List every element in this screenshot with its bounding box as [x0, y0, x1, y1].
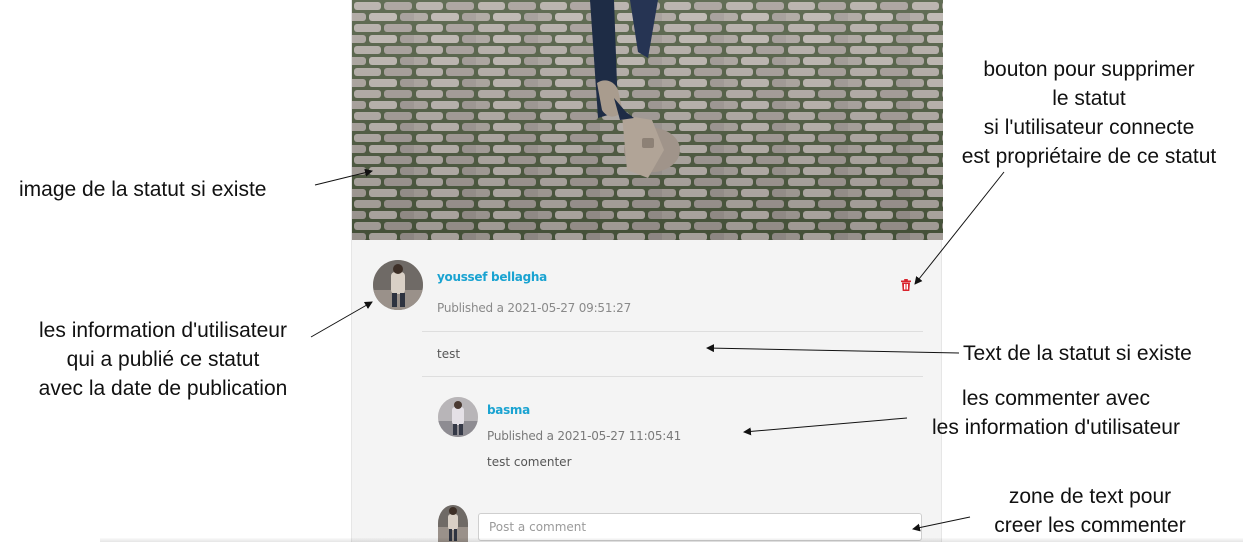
annotation-line: les information d'utilisateur: [932, 416, 1180, 439]
annotation-line: les commenter avec: [962, 387, 1150, 410]
annotation-line: image de la statut si existe: [19, 178, 267, 201]
comment-input[interactable]: [478, 513, 922, 541]
comment-author-name[interactable]: basma: [487, 403, 530, 417]
annotation-line: qui a publié ce statut: [66, 348, 260, 371]
delete-status-button[interactable]: [898, 277, 914, 293]
status-text: test: [437, 347, 461, 361]
current-user-avatar: [438, 505, 468, 542]
annotation-delete-button: bouton pour supprimer le statut si l'uti…: [944, 55, 1234, 171]
status-image: [352, 0, 943, 240]
divider: [422, 376, 923, 377]
annotation-comments: les commenter avec les information d'uti…: [908, 384, 1204, 442]
annotation-status-text: Text de la statut si existe: [963, 339, 1192, 368]
annotation-line: le statut: [1052, 87, 1126, 110]
annotation-line: si l'utilisateur connecte: [983, 116, 1195, 139]
annotation-line: bouton pour supprimer: [983, 58, 1195, 81]
trash-icon: [901, 279, 911, 291]
author-avatar[interactable]: [373, 260, 423, 310]
status-card: youssef bellagha Published a 2021-05-27 …: [351, 0, 943, 542]
page: youssef bellagha Published a 2021-05-27 …: [0, 0, 1243, 542]
status-publish-date: Published a 2021-05-27 09:51:27: [437, 301, 632, 315]
annotation-line: creer les commenter: [994, 514, 1186, 537]
annotation-line: Text de la statut si existe: [963, 342, 1192, 365]
annotation-image: image de la statut si existe: [19, 175, 266, 204]
divider: [422, 331, 923, 332]
annotation-line: zone de text pour: [1008, 485, 1172, 508]
annotation-comment-zone: zone de text pour creer les commenter: [976, 482, 1204, 540]
annotation-line: les information d'utilisateur: [39, 319, 287, 342]
comment-author-avatar[interactable]: [438, 397, 478, 437]
annotation-line: est propriétaire de ce statut: [961, 145, 1217, 168]
comment-text: test comenter: [487, 455, 572, 469]
annotation-line: avec la date de publication: [38, 377, 288, 400]
annotation-user-info: les information d'utilisateur qui a publ…: [15, 316, 311, 403]
author-name[interactable]: youssef bellagha: [437, 270, 547, 284]
comment-publish-date: Published a 2021-05-27 11:05:41: [487, 429, 682, 443]
